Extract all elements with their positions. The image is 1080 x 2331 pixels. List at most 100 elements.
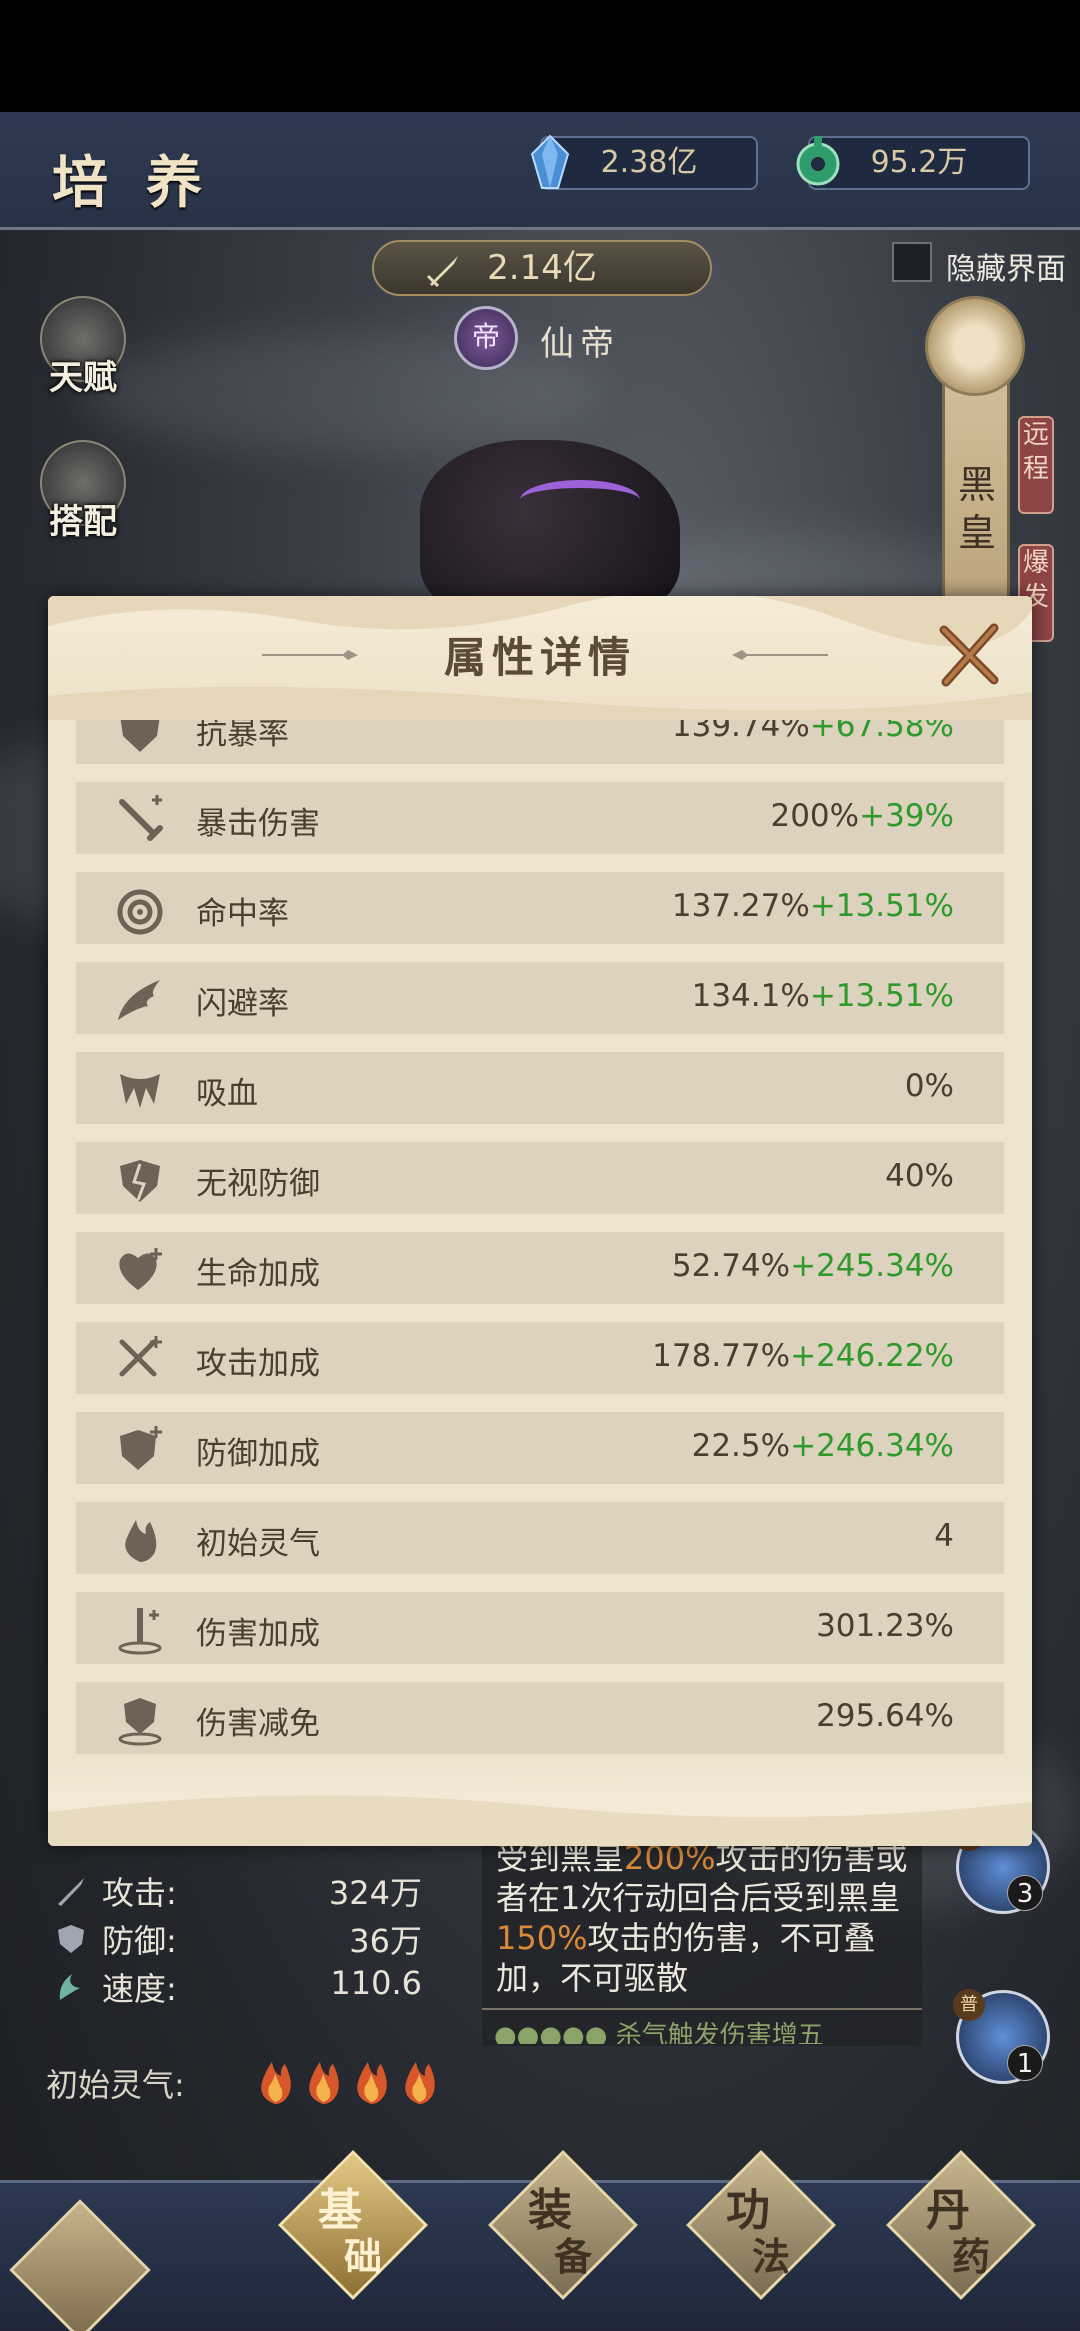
- attribute-bonus-value: +39%: [859, 798, 954, 834]
- attribute-bonus-value: +13.51%: [809, 888, 954, 924]
- flame-icon: [405, 2062, 435, 2104]
- currency-jade: 95.2万: [796, 136, 1030, 190]
- attribute-name: 吸血: [196, 1076, 258, 1112]
- skill-description: 受到黑皇200%攻击的伤害或者在1次行动回合后受到黑皇150%攻击的伤害，不可叠…: [482, 1836, 922, 2046]
- sword-icon: [426, 256, 458, 288]
- talent-button[interactable]: 天赋: [36, 296, 130, 416]
- nav-tab-equipment[interactable]: 装 备: [488, 2150, 638, 2300]
- attribute-value: 52.74%+245.34%: [672, 1248, 954, 1284]
- attribute-row: 防御加成 22.5%+246.34%: [76, 1412, 1004, 1484]
- shield-icon: [120, 720, 160, 752]
- attribute-bonus-value: +67.58%: [809, 720, 954, 744]
- flame-icon: [261, 2062, 291, 2104]
- attribute-row: 伤害减免 295.64%: [76, 1682, 1004, 1754]
- shield-plus-icon: [120, 1426, 162, 1470]
- stat-attack-value: 324万: [328, 1874, 422, 1912]
- attribute-base-value: 0%: [904, 1068, 954, 1104]
- stat-speed-label: 速度:: [102, 1970, 177, 2008]
- character-figure: [420, 440, 680, 620]
- attribute-base-value: 301.23%: [816, 1608, 954, 1644]
- attribute-name: 初始灵气: [196, 1526, 320, 1562]
- attribute-name: 伤害加成: [196, 1616, 320, 1652]
- title-ornament-right: [732, 650, 828, 660]
- attribute-row: 初始灵气 4: [76, 1502, 1004, 1574]
- stat-defense-label: 防御:: [102, 1922, 177, 1960]
- flame-icon: [125, 1520, 157, 1562]
- stat-speed: 速度: 110.6: [46, 1964, 446, 2008]
- currency-jade-value: 95.2万: [870, 145, 968, 180]
- nav-tab-basic-label-2: 础: [344, 2234, 383, 2279]
- attribute-name: 防御加成: [196, 1436, 320, 1472]
- close-icon[interactable]: [934, 620, 1004, 690]
- attribute-list[interactable]: 抗暴率 139.74%+67.58% 暴击伤害 200%+39% 命中率 137.27%+…: [48, 720, 1032, 1770]
- nav-tab-skills-label-2: 法: [752, 2234, 791, 2279]
- status-bar: [0, 0, 1080, 112]
- modal-title: 属性详情: [443, 633, 636, 682]
- attribute-value: 178.77%+246.22%: [652, 1338, 954, 1374]
- attribute-details-modal: 属性详情 抗暴率 139.74%+67.58% 暴击伤害 200%+39% 命中率 137…: [48, 596, 1032, 1846]
- shield-base-icon: [118, 1698, 162, 1746]
- attribute-row: 生命加成 52.74%+245.34%: [76, 1232, 1004, 1304]
- character-aura: [520, 480, 640, 520]
- attribute-value: 40%: [885, 1158, 954, 1194]
- rank-label: 仙帝: [540, 324, 620, 364]
- sword-icon: [58, 1878, 84, 1906]
- attribute-bonus-value: +246.22%: [790, 1338, 954, 1374]
- attribute-name: 闪避率: [196, 986, 289, 1022]
- skill-type-badge: 普: [953, 1989, 985, 2021]
- attribute-name: 无视防御: [196, 1166, 320, 1202]
- attribute-base-value: 40%: [885, 1158, 954, 1194]
- attribute-base-value: 200%: [770, 798, 860, 834]
- page-title: 培养: [52, 150, 240, 216]
- attribute-row: 伤害加成 301.23%: [76, 1592, 1004, 1664]
- attribute-value: 301.23%: [816, 1608, 954, 1644]
- attribute-value: 22.5%+246.34%: [692, 1428, 954, 1464]
- skill-level: 3: [1007, 1875, 1043, 1911]
- hide-ui-label: 隐藏界面: [946, 252, 1066, 287]
- attribute-base-value: 178.77%: [652, 1338, 791, 1374]
- attribute-bonus-value: +13.51%: [809, 978, 954, 1014]
- nav-tab-equipment-label-2: 备: [554, 2234, 593, 2279]
- nav-tab-basic[interactable]: 基 础: [278, 2150, 428, 2300]
- attribute-row: 抗暴率 139.74%+67.58%: [76, 720, 1004, 764]
- attribute-row: 无视防御 40%: [76, 1142, 1004, 1214]
- stat-speed-value: 110.6: [330, 1964, 422, 2002]
- hide-ui-checkbox[interactable]: [892, 242, 932, 282]
- attribute-base-value: 295.64%: [816, 1698, 954, 1734]
- match-button[interactable]: 搭配: [36, 440, 130, 560]
- fangs-icon: [120, 1074, 160, 1108]
- shield-icon: [58, 1925, 84, 1953]
- attribute-name: 命中率: [196, 896, 289, 932]
- match-label: 搭配: [49, 502, 117, 542]
- nav-tab-pills[interactable]: 丹 药: [886, 2150, 1036, 2300]
- wing-icon: [118, 980, 160, 1020]
- attribute-name: 伤害减免: [196, 1706, 320, 1742]
- skill-slot-2[interactable]: 普 1: [953, 1989, 1050, 2084]
- attribute-base-value: 134.1%: [691, 978, 810, 1014]
- attribute-value: 134.1%+13.51%: [692, 978, 954, 1014]
- currency-spirit-stone: 2.38亿: [530, 134, 758, 190]
- broken-shield-icon: [120, 1160, 160, 1202]
- flame-icon: [357, 2062, 387, 2104]
- attribute-base-value: 139.74%: [671, 720, 810, 744]
- rank-display: 帝 仙帝: [454, 306, 674, 370]
- skill-level: 1: [1007, 2045, 1043, 2081]
- jade-ring-icon: [796, 136, 840, 186]
- crystal-icon: [530, 134, 570, 189]
- attribute-bonus-value: +245.34%: [790, 1248, 954, 1284]
- attribute-value: 4: [934, 1518, 954, 1554]
- attribute-base-value: 4: [934, 1518, 954, 1554]
- combat-power: 2.14亿: [372, 240, 712, 296]
- compass-icon: [925, 296, 1025, 396]
- wind-icon: [59, 1974, 80, 2000]
- nav-tab-skills[interactable]: 功 法: [686, 2150, 836, 2300]
- attribute-row: 攻击加成 178.77%+246.22%: [76, 1322, 1004, 1394]
- stat-attack-label: 攻击:: [102, 1874, 177, 1912]
- attribute-row: 闪避率 134.1%+13.51%: [76, 962, 1004, 1034]
- modal-footer: [48, 1772, 1032, 1846]
- attribute-value: 137.27%+13.51%: [672, 888, 954, 924]
- flame-icon: [309, 2062, 339, 2104]
- currency-spirit-stone-value: 2.38亿: [600, 145, 698, 180]
- heart-plus-icon: [119, 1248, 162, 1290]
- target-icon: [117, 889, 163, 935]
